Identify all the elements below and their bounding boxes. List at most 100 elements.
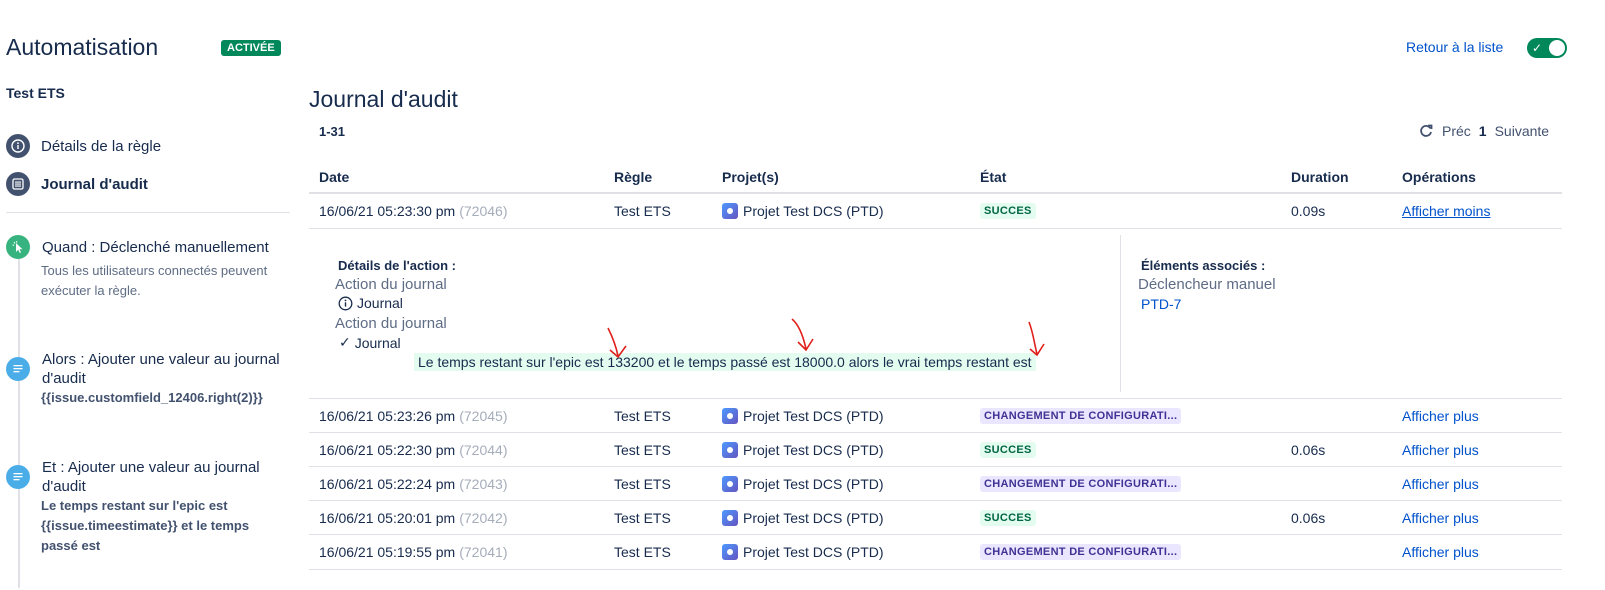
- cursor-click-icon: [6, 235, 30, 259]
- result-range: 1-31: [319, 124, 346, 139]
- row-date: 16/06/21 05:22:30 pm: [319, 442, 456, 458]
- status-badge: CHANGEMENT DE CONFIGURATI...: [980, 408, 1182, 424]
- row-id: (72043): [459, 476, 508, 492]
- row-duration: 0.06s: [1291, 510, 1326, 526]
- annotation-arrow-icon: [1028, 321, 1045, 357]
- refresh-icon[interactable]: [1418, 123, 1434, 139]
- status-badge: ACTIVÉE: [221, 40, 281, 56]
- col-projects[interactable]: Projet(s): [722, 169, 779, 185]
- step-action2-title[interactable]: Et : Ajouter une valeur au journal d'aud…: [42, 458, 297, 496]
- action-details-heading: Détails de l'action :: [338, 258, 456, 273]
- app-title: Automatisation: [6, 34, 159, 60]
- project-icon: [722, 442, 738, 458]
- row-id: (72042): [459, 510, 508, 526]
- project-icon: [722, 510, 738, 526]
- step-action2-code: Le temps restant sur l'epic est {{issue.…: [41, 498, 250, 553]
- next-page-button[interactable]: Suivante: [1495, 123, 1549, 139]
- row-rule: Test ETS: [614, 408, 671, 424]
- info-icon: [338, 296, 353, 311]
- page-title: Journal d'audit: [309, 86, 458, 112]
- table-row: 16/06/21 05:22:24 pm (72043) Test ETS Pro…: [309, 467, 1562, 501]
- log-action-2: Action du journal: [335, 315, 447, 332]
- row-date: 16/06/21 05:19:55 pm: [319, 544, 456, 560]
- show-more-link[interactable]: Afficher plus: [1402, 408, 1479, 424]
- row-rule: Test ETS: [614, 510, 671, 526]
- row-project: Projet Test DCS (PTD): [743, 544, 884, 560]
- log-label: Journal: [354, 334, 401, 351]
- step-action-code: {{issue.customfield_12406.right(2)}}: [41, 390, 263, 405]
- project-icon: [722, 408, 738, 424]
- row-duration: 0.06s: [1291, 442, 1326, 458]
- status-badge: SUCCES: [980, 510, 1036, 526]
- col-duration[interactable]: Duration: [1291, 169, 1349, 185]
- info-icon: [6, 134, 30, 158]
- show-less-link[interactable]: Afficher moins: [1402, 203, 1490, 219]
- log-action-1: Action du journal: [335, 276, 447, 293]
- log-icon: [6, 465, 30, 489]
- status-badge: SUCCES: [980, 203, 1036, 219]
- back-to-list-link[interactable]: Retour à la liste: [1406, 39, 1503, 55]
- table-row: 16/06/21 05:23:30 pm (72046) Test ETS Pro…: [309, 194, 1562, 228]
- table-row: 16/06/21 05:19:55 pm (72041) Test ETS Pro…: [309, 535, 1562, 569]
- step-trigger-title[interactable]: Quand : Déclenché manuellement: [42, 238, 297, 257]
- manual-trigger-label: Déclencheur manuel: [1138, 276, 1276, 293]
- sidebar-item-label: Journal d'audit: [41, 175, 148, 193]
- show-more-link[interactable]: Afficher plus: [1402, 442, 1479, 458]
- row-date: 16/06/21 05:23:26 pm: [319, 408, 456, 424]
- status-badge: CHANGEMENT DE CONFIGURATI...: [980, 544, 1182, 560]
- row-project: Projet Test DCS (PTD): [743, 203, 884, 219]
- rule-enabled-toggle[interactable]: ✓: [1527, 38, 1567, 58]
- col-state[interactable]: État: [980, 169, 1006, 185]
- current-page: 1: [1478, 123, 1487, 139]
- project-icon: [722, 203, 738, 219]
- table-row: 16/06/21 05:23:26 pm (72045) Test ETS Pro…: [309, 399, 1562, 433]
- row-rule: Test ETS: [614, 544, 671, 560]
- row-date: 16/06/21 05:20:01 pm: [319, 510, 456, 526]
- row-id: (72044): [459, 442, 508, 458]
- row-duration: 0.09s: [1291, 203, 1326, 219]
- annotation-arrow-icon: [607, 327, 627, 359]
- table-row: 16/06/21 05:20:01 pm (72042) Test ETS Pro…: [309, 501, 1562, 535]
- status-badge: CHANGEMENT DE CONFIGURATI...: [980, 476, 1182, 492]
- list-icon: [6, 172, 30, 196]
- sidebar-item-audit-log[interactable]: Journal d'audit: [6, 171, 148, 197]
- show-more-link[interactable]: Afficher plus: [1402, 510, 1479, 526]
- status-badge: SUCCES: [980, 442, 1036, 458]
- sidebar-item-label: Détails de la règle: [41, 137, 162, 155]
- log-entry-2: ✓ Journal: [339, 334, 401, 351]
- sidebar-divider: [6, 212, 290, 213]
- log-label: Journal: [357, 295, 403, 311]
- row-rule: Test ETS: [614, 203, 671, 219]
- rule-name: Test ETS: [6, 85, 65, 101]
- log-icon: [6, 357, 30, 381]
- step-action-title[interactable]: Alors : Ajouter une valeur au journal d'…: [42, 350, 297, 388]
- sidebar-item-rule-details[interactable]: Détails de la règle: [6, 133, 161, 159]
- row-id: (72041): [459, 544, 508, 560]
- row-id: (72046): [459, 203, 508, 219]
- col-date[interactable]: Date: [319, 169, 349, 185]
- col-rule[interactable]: Règle: [614, 169, 652, 185]
- annotation-arrow-icon: [791, 318, 814, 352]
- row-project: Projet Test DCS (PTD): [743, 510, 884, 526]
- row-date: 16/06/21 05:23:30 pm: [319, 203, 456, 219]
- project-icon: [722, 544, 738, 560]
- row-divider: [309, 228, 1562, 229]
- check-icon: ✓: [1532, 41, 1543, 55]
- row-divider: [309, 569, 1562, 570]
- show-more-link[interactable]: Afficher plus: [1402, 476, 1479, 492]
- row-date: 16/06/21 05:22:24 pm: [319, 476, 456, 492]
- col-operations[interactable]: Opérations: [1402, 169, 1476, 185]
- row-project: Projet Test DCS (PTD): [743, 442, 884, 458]
- log-message: Le temps restant sur l'epic est 133200 e…: [414, 353, 1036, 371]
- project-icon: [722, 476, 738, 492]
- prev-page-button[interactable]: Préc: [1442, 123, 1471, 139]
- toggle-knob: [1549, 40, 1565, 56]
- pagination: Préc 1 Suivante: [1418, 123, 1549, 139]
- table-row: 16/06/21 05:22:30 pm (72044) Test ETS Pro…: [309, 433, 1562, 467]
- show-more-link[interactable]: Afficher plus: [1402, 544, 1479, 560]
- timeline-line: [18, 258, 20, 588]
- issue-link[interactable]: PTD-7: [1141, 296, 1181, 312]
- row-project: Projet Test DCS (PTD): [743, 408, 884, 424]
- row-rule: Test ETS: [614, 442, 671, 458]
- log-entry-1: Journal: [338, 295, 403, 311]
